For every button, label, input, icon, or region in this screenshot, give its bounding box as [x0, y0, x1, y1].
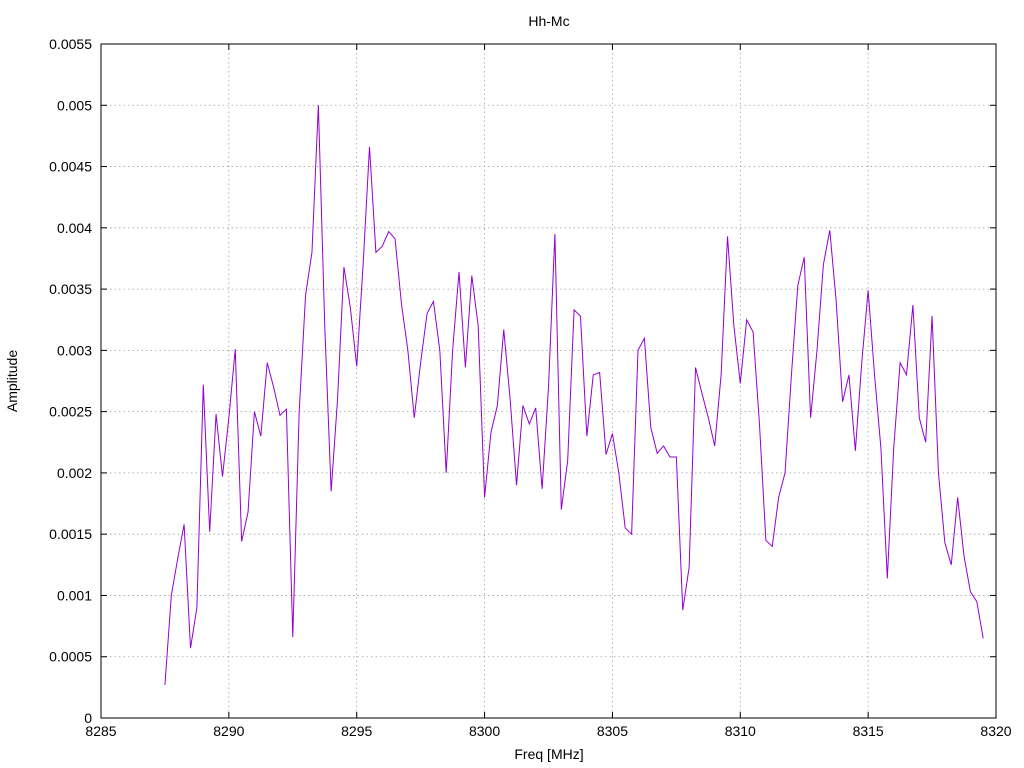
- series-line-0: [164, 105, 984, 685]
- series-layer: [164, 105, 984, 685]
- y-tick-label: 0: [84, 710, 92, 726]
- x-tick-label: 8310: [725, 723, 756, 739]
- y-tick-label: 0.002: [57, 465, 92, 481]
- chart-title: Hh-Mc: [528, 13, 569, 29]
- chart-svg: 8285 8290 8295 8300 8305 8310 8315 832000.00050…: [4, 13, 1012, 762]
- y-tick-label: 0.003: [57, 342, 92, 358]
- y-tick-label: 0.0005: [49, 649, 92, 665]
- y-tick-label: 0.0035: [49, 281, 92, 297]
- chart-figure: 8285 8290 8295 8300 8305 8310 8315 8320 0 0.0005 0…: [0, 0, 1024, 768]
- x-tick-label: 8315: [853, 723, 884, 739]
- x-tick-label: 8305: [597, 723, 628, 739]
- y-tick-label: 0.004: [57, 220, 92, 236]
- y-tick-label: 0.0025: [49, 404, 92, 420]
- tick-layer: 8285 8290 8295 8300 8305 8310 8315 832000.00050…: [49, 36, 1012, 739]
- y-tick-label: 0.001: [57, 587, 92, 603]
- x-tick-label: 8320: [980, 723, 1011, 739]
- y-tick-label: 0.0015: [49, 526, 92, 542]
- x-tick-label: 8290: [213, 723, 244, 739]
- x-axis-label: Freq [MHz]: [514, 746, 583, 762]
- y-tick-label: 0.0055: [49, 36, 92, 52]
- y-tick-label: 0.0045: [49, 159, 92, 175]
- y-tick-label: 0.005: [57, 97, 92, 113]
- x-tick-label: 8295: [341, 723, 372, 739]
- x-tick-label: 8300: [469, 723, 500, 739]
- y-axis-label: Amplitude: [4, 350, 20, 412]
